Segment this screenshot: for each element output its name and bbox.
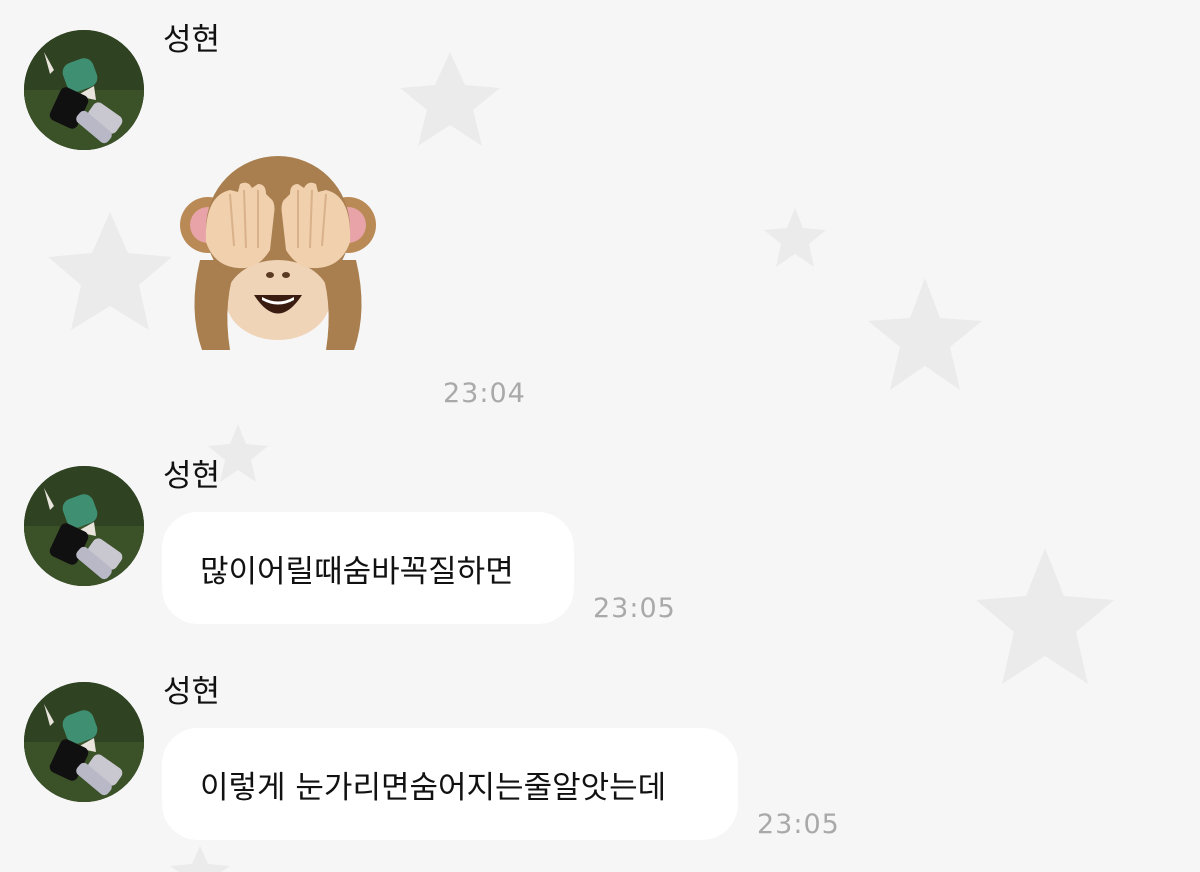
message-timestamp: 23:05 <box>757 809 840 840</box>
message-timestamp: 23:05 <box>593 593 676 624</box>
message-text: 이렇게 눈가리면숨어지는줄알앗는데 <box>200 769 667 806</box>
star-shape <box>764 208 826 267</box>
star-shape <box>170 846 230 872</box>
sender-avatar[interactable] <box>24 466 144 586</box>
message-bubble[interactable]: 이렇게 눈가리면숨어지는줄알앗는데 <box>162 728 738 840</box>
sender-avatar[interactable] <box>24 682 144 802</box>
sender-name: 성현 <box>163 458 221 494</box>
sender-name: 성현 <box>163 674 221 710</box>
sender-name: 성현 <box>163 22 221 58</box>
message-bubble[interactable]: 많이어릴때숨바꼭질하면 <box>162 512 574 624</box>
star-shape <box>400 52 500 146</box>
star-shape <box>48 212 172 330</box>
message-text: 많이어릴때숨바꼭질하면 <box>200 553 514 590</box>
star-shape <box>868 278 982 390</box>
star-shape <box>976 548 1114 684</box>
profile-photo <box>24 466 144 586</box>
message-timestamp: 23:04 <box>443 378 526 409</box>
profile-photo <box>24 30 144 150</box>
sender-avatar[interactable] <box>24 30 144 150</box>
profile-photo <box>24 682 144 802</box>
see-no-evil-monkey-sticker[interactable] <box>178 150 378 355</box>
